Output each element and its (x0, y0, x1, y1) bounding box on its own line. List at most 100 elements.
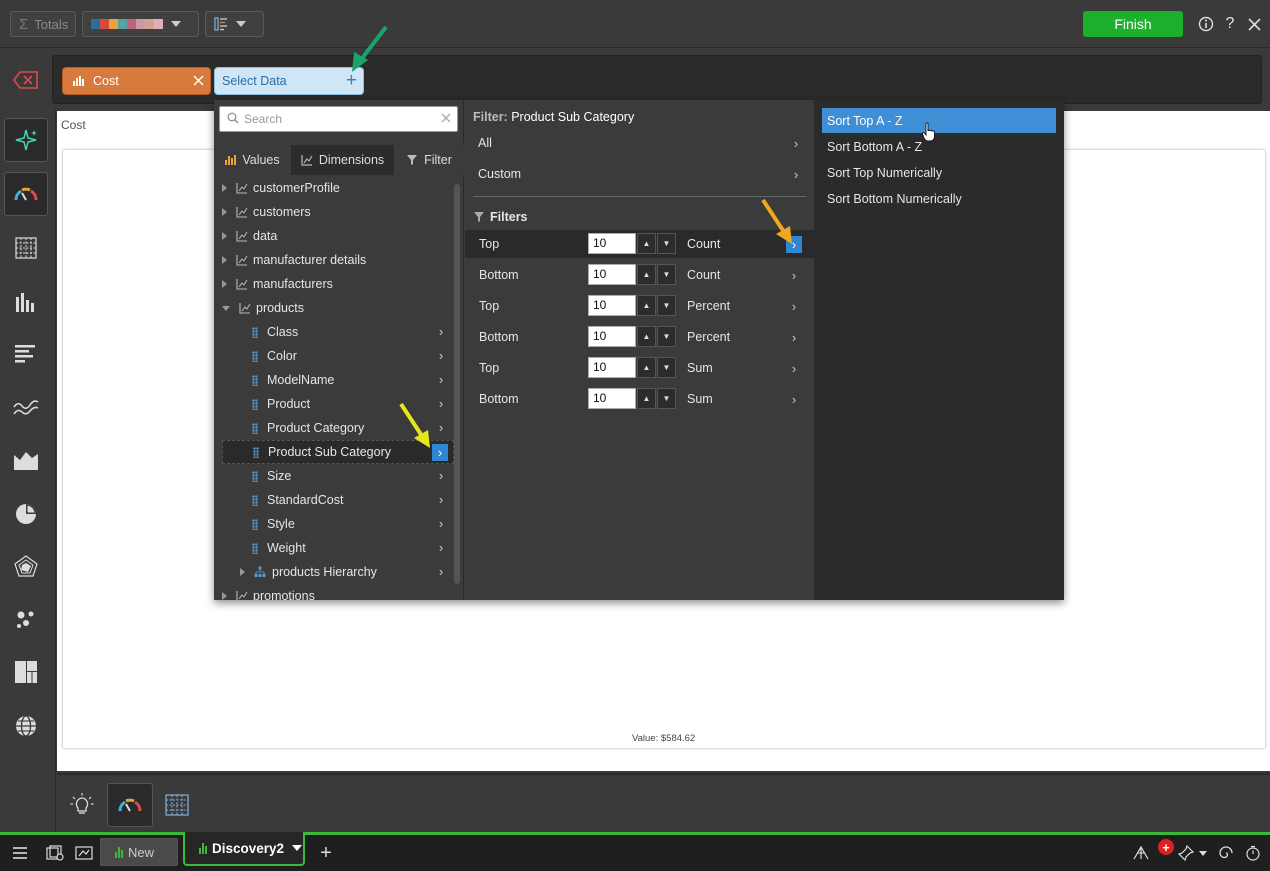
expand-icon[interactable] (222, 256, 227, 264)
notification-plus-icon[interactable]: + (1158, 839, 1174, 855)
tree-item-promotions[interactable]: promotions (222, 584, 454, 600)
hierarchy-item-products-hierarchy[interactable]: products Hierarchy › (222, 560, 454, 584)
insights-button[interactable] (59, 783, 105, 827)
chevron-right-icon[interactable]: › (786, 267, 802, 284)
tree-item-manufacturers[interactable]: manufacturers (222, 272, 454, 296)
attribute-item-style[interactable]: Style › (222, 512, 454, 536)
tab-new[interactable]: New (100, 838, 178, 866)
filter-row[interactable]: Bottom 10 ▲ ▼ Count › (465, 261, 814, 289)
line-chart-button[interactable] (4, 386, 48, 430)
filter-row[interactable]: Bottom 10 ▲ ▼ Sum › (465, 385, 814, 413)
clear-search-icon[interactable] (441, 110, 451, 126)
treemap-button[interactable] (4, 650, 48, 694)
layout-dropdown[interactable] (205, 11, 264, 37)
auto-visual-button[interactable] (4, 118, 48, 162)
chevron-right-icon[interactable]: › (433, 563, 449, 580)
increment-icon[interactable]: ▲ (637, 357, 656, 378)
rank-count-input[interactable]: 10 (588, 264, 636, 285)
tab-discovery2[interactable]: Discovery2 (183, 832, 305, 866)
timer-icon[interactable] (1243, 843, 1263, 863)
search-input[interactable]: Search (219, 106, 458, 132)
expand-icon[interactable] (222, 592, 227, 600)
increment-icon[interactable]: ▲ (637, 388, 656, 409)
help-icon[interactable]: ? (1220, 14, 1240, 34)
info-icon[interactable] (1196, 14, 1216, 34)
attribute-item-class[interactable]: Class › (222, 320, 454, 344)
attribute-item-size[interactable]: Size › (222, 464, 454, 488)
expand-icon[interactable] (240, 568, 245, 576)
grid-visual-button[interactable] (4, 226, 48, 270)
decrement-icon[interactable]: ▼ (657, 233, 676, 254)
increment-icon[interactable]: ▲ (637, 326, 656, 347)
attribute-item-color[interactable]: Color › (222, 344, 454, 368)
increment-icon[interactable]: ▲ (637, 233, 656, 254)
signal-icon[interactable] (1131, 843, 1151, 863)
chevron-down-icon[interactable] (1196, 843, 1210, 863)
pie-chart-button[interactable] (4, 492, 48, 536)
sort-option-top-a-z[interactable]: Sort Top A - Z (822, 108, 1056, 133)
tree-item-products[interactable]: products (222, 296, 454, 320)
finish-button[interactable]: Finish (1083, 11, 1183, 37)
increment-icon[interactable]: ▲ (637, 295, 656, 316)
decrement-icon[interactable]: ▼ (657, 295, 676, 316)
tab-filter[interactable]: Filter (394, 145, 464, 175)
rank-count-input[interactable]: 10 (588, 388, 636, 409)
gauge-view-button[interactable] (107, 783, 153, 827)
expand-icon[interactable] (222, 280, 227, 288)
tree-item-customerProfile[interactable]: customerProfile (222, 176, 454, 200)
measure-pill-cost[interactable]: Cost (62, 67, 211, 95)
chevron-right-icon[interactable]: › (788, 166, 804, 183)
decrement-icon[interactable]: ▼ (657, 326, 676, 347)
attribute-item-modelname[interactable]: ModelName › (222, 368, 454, 392)
decrement-icon[interactable]: ▼ (657, 264, 676, 285)
tree-item-manufacturer-details[interactable]: manufacturer details (222, 248, 454, 272)
map-button[interactable] (4, 704, 48, 748)
tree-scrollbar[interactable] (454, 184, 460, 584)
radar-chart-button[interactable] (4, 544, 48, 588)
rank-count-input[interactable]: 10 (588, 326, 636, 347)
filter-option-custom[interactable]: Custom › (465, 160, 814, 188)
chevron-right-icon[interactable]: › (433, 371, 449, 388)
area-chart-button[interactable] (4, 438, 48, 482)
filter-row[interactable]: Bottom 10 ▲ ▼ Percent › (465, 323, 814, 351)
filter-row[interactable]: Top 10 ▲ ▼ Sum › (465, 354, 814, 382)
chevron-right-icon[interactable]: › (433, 323, 449, 340)
chevron-right-icon[interactable]: › (786, 391, 802, 408)
expand-icon[interactable] (222, 184, 227, 192)
bar-chart-button[interactable] (4, 332, 48, 376)
gauge-visual-button[interactable] (4, 172, 48, 216)
pin-icon[interactable] (1176, 843, 1196, 863)
close-icon[interactable] (1244, 14, 1264, 34)
chevron-down-icon[interactable] (292, 845, 303, 851)
expand-icon[interactable] (222, 208, 227, 216)
clear-query-icon[interactable] (13, 70, 39, 90)
expand-icon[interactable] (222, 232, 227, 240)
rank-count-input[interactable]: 10 (588, 233, 636, 254)
select-data-pill[interactable]: Select Data + (214, 67, 364, 95)
column-chart-button[interactable] (4, 280, 48, 324)
decrement-icon[interactable]: ▼ (657, 357, 676, 378)
chevron-right-icon[interactable]: › (433, 515, 449, 532)
chevron-right-icon[interactable]: › (786, 298, 802, 315)
chevron-right-icon[interactable]: › (786, 329, 802, 346)
tab-values[interactable]: Values (214, 145, 292, 175)
hamburger-menu-icon[interactable] (10, 843, 30, 863)
chevron-right-icon[interactable]: › (433, 491, 449, 508)
presentation-icon[interactable] (74, 843, 94, 863)
chevron-right-icon[interactable]: › (788, 135, 804, 152)
spiral-icon[interactable] (1216, 843, 1236, 863)
attribute-item-standardcost[interactable]: StandardCost › (222, 488, 454, 512)
filter-row[interactable]: Top 10 ▲ ▼ Percent › (465, 292, 814, 320)
scatter-chart-button[interactable] (4, 598, 48, 642)
tree-item-data[interactable]: data (222, 224, 454, 248)
grid-view-button[interactable] (154, 783, 200, 827)
increment-icon[interactable]: ▲ (637, 264, 656, 285)
attribute-item-weight[interactable]: Weight › (222, 536, 454, 560)
chevron-right-icon[interactable]: › (433, 539, 449, 556)
add-tab-icon[interactable]: + (316, 842, 336, 864)
decrement-icon[interactable]: ▼ (657, 388, 676, 409)
tree-item-customers[interactable]: customers (222, 200, 454, 224)
sort-option-bottom-a-z[interactable]: Sort Bottom A - Z (822, 134, 1056, 159)
remove-icon[interactable] (193, 73, 204, 90)
rank-count-input[interactable]: 10 (588, 295, 636, 316)
